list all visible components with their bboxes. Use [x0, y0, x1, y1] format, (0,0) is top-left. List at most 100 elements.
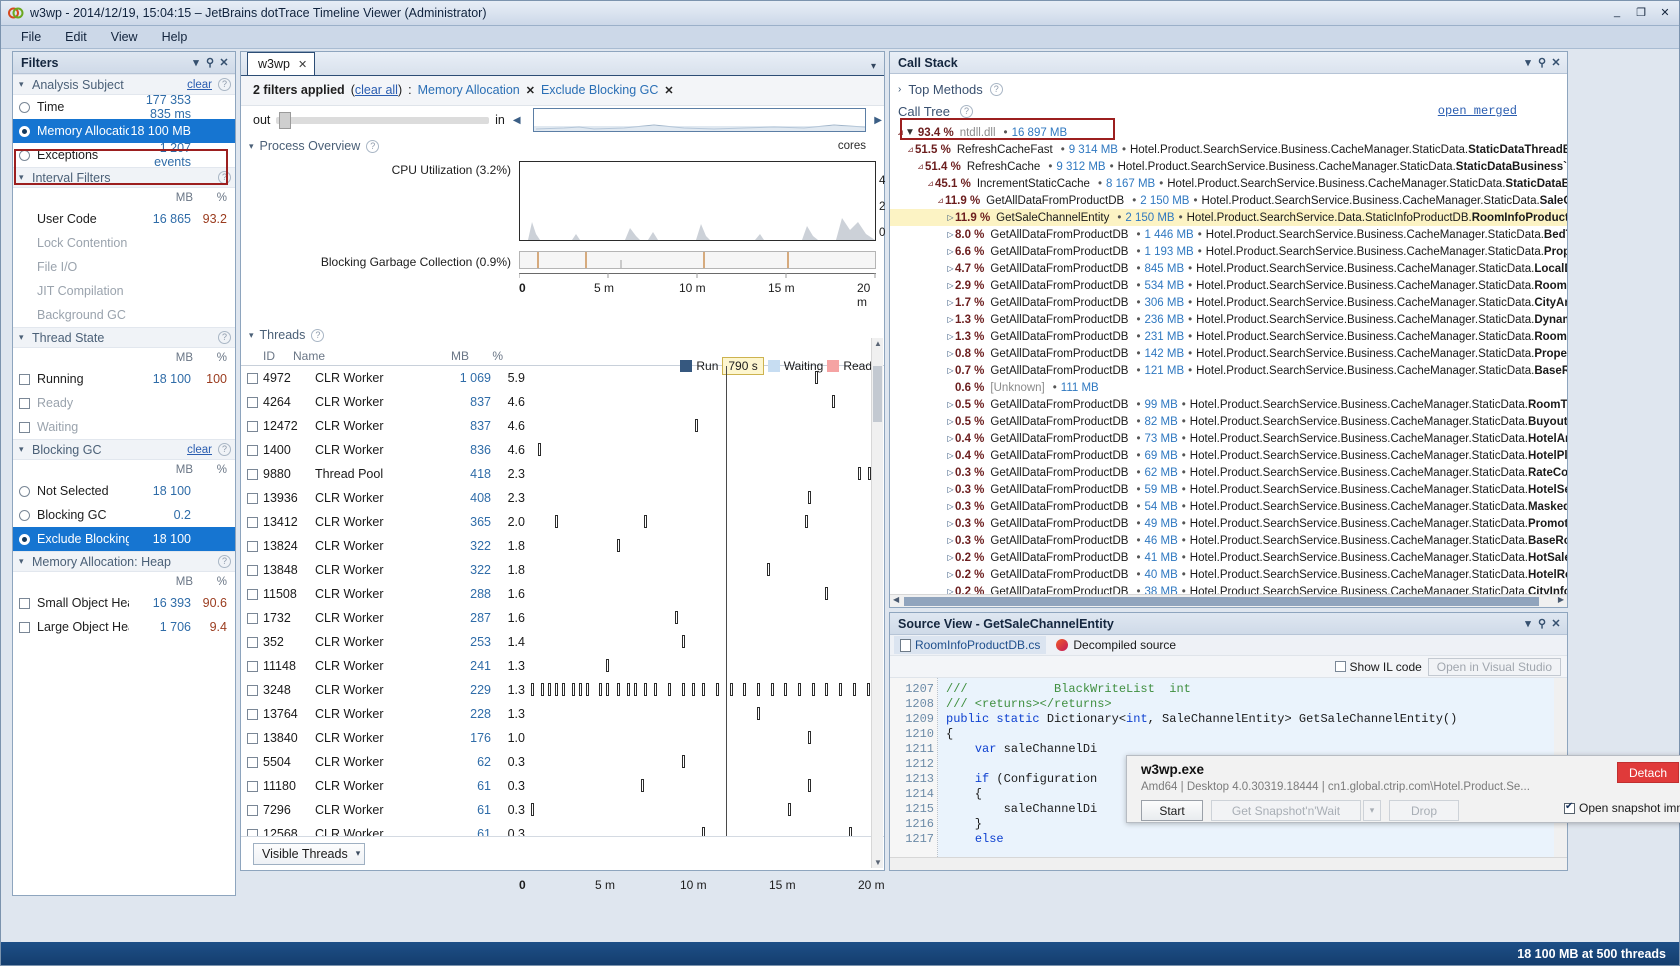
blocking-gc-chart[interactable] — [519, 250, 876, 269]
thread-row[interactable]: 9880 Thread Pool 418 2.3 — [241, 462, 884, 486]
expand-triangle-icon[interactable]: ▷ — [946, 451, 955, 460]
call-tree-row[interactable]: ⊿ 45.1 % IncrementStaticCache • 8 167 MB • Hot… — [890, 175, 1567, 192]
call-tree-row[interactable]: ▷ 0.5 % GetAllDataFromProductDB • 82 MB • Hote… — [890, 413, 1567, 430]
radio-icon[interactable] — [19, 485, 30, 497]
thread-checkbox[interactable] — [247, 636, 258, 648]
detach-button[interactable]: Detach — [1616, 762, 1679, 783]
cpu-utilization-chart[interactable] — [519, 160, 876, 241]
top-methods-help-icon[interactable]: ? — [989, 82, 1003, 96]
start-button[interactable]: Start — [1141, 800, 1203, 821]
expand-triangle-icon[interactable]: ▷ — [946, 536, 955, 545]
thread-checkbox[interactable] — [247, 420, 258, 432]
thread-timeline-lane[interactable] — [531, 438, 884, 462]
thread-timeline-lane[interactable] — [531, 702, 884, 726]
threads-scroll-thumb[interactable] — [873, 366, 882, 422]
thread-timeline-lane[interactable] — [531, 414, 884, 438]
thread-row[interactable]: 5504 CLR Worker 62 0.3 — [241, 750, 884, 774]
minimap-left-arrow-icon[interactable]: ◀ — [511, 115, 523, 126]
call-tree-row[interactable]: ⊿ ▼ 93.4 % ntdll.dll • 16 897 MB — [890, 124, 1567, 141]
thread-checkbox[interactable] — [247, 540, 258, 552]
filter-row-jit-compilation[interactable]: JIT Compilation — [13, 279, 235, 303]
radio-icon[interactable] — [19, 509, 30, 521]
process-overview-section-header[interactable]: ▾ Process Overview ? cores — [241, 135, 884, 157]
thread-timeline-lane[interactable] — [531, 678, 884, 702]
thread-row[interactable]: 352 CLR Worker 253 1.4 — [241, 630, 884, 654]
thread-row[interactable]: 13764 CLR Worker 228 1.3 — [241, 702, 884, 726]
filter-row-running[interactable]: Running 18 100 100 — [13, 367, 235, 391]
open-in-visual-studio-button[interactable]: Open in Visual Studio — [1427, 657, 1561, 676]
menu-file[interactable]: File — [10, 28, 52, 46]
filter-chip-exclude-blocking-gc-remove-icon[interactable]: ✕ — [664, 84, 673, 97]
section-help-icon[interactable]: ? — [218, 555, 231, 568]
expand-triangle-icon[interactable]: ▷ — [946, 485, 955, 494]
thread-checkbox[interactable] — [247, 588, 258, 600]
expand-triangle-icon[interactable]: ▷ — [946, 213, 955, 222]
thread-timeline-lane[interactable] — [531, 798, 884, 822]
maximize-button[interactable]: ❐ — [1630, 3, 1652, 21]
expand-triangle-icon[interactable]: ▷ — [946, 519, 955, 528]
thread-timeline-lane[interactable] — [531, 558, 884, 582]
cs-scroll-left-arrow-icon[interactable]: ◀ — [893, 595, 899, 604]
filter-section-blocking-gc[interactable]: ▾ Blocking GC clear? — [13, 439, 235, 460]
thread-row[interactable]: 4972 CLR Worker 1 069 5.9 — [241, 366, 884, 390]
thread-timeline-lane[interactable] — [531, 750, 884, 774]
thread-row[interactable]: 13936 CLR Worker 408 2.3 — [241, 486, 884, 510]
threads-help-icon[interactable]: ? — [311, 328, 325, 342]
call-tree-row[interactable]: ▷ 8.0 % GetAllDataFromProductDB • 1 446 MB • H… — [890, 226, 1567, 243]
section-help-icon[interactable]: ? — [218, 443, 231, 456]
thread-row[interactable]: 7296 CLR Worker 61 0.3 — [241, 798, 884, 822]
call-tree-row[interactable]: ▷ 0.8 % GetAllDataFromProductDB • 142 MB • Hot… — [890, 345, 1567, 362]
expand-triangle-icon[interactable]: ▷ — [946, 349, 955, 358]
process-overview-help-icon[interactable]: ? — [366, 139, 380, 153]
thread-row[interactable]: 11148 CLR Worker 241 1.3 — [241, 654, 884, 678]
thread-row[interactable]: 1400 CLR Worker 836 4.6 — [241, 438, 884, 462]
thread-row[interactable]: 13824 CLR Worker 322 1.8 — [241, 534, 884, 558]
close-button[interactable]: ✕ — [1654, 3, 1676, 21]
expand-triangle-icon[interactable]: ▷ — [946, 417, 955, 426]
filter-section-thread-state[interactable]: ▾ Thread State? — [13, 327, 235, 348]
source-horizontal-scrollbar[interactable] — [890, 857, 1567, 870]
thread-checkbox[interactable] — [247, 468, 258, 480]
call-tree-row[interactable]: ▷ 0.2 % GetAllDataFromProductDB • 38 MB • Hote… — [890, 583, 1567, 595]
filter-section-analysis-subject[interactable]: ▾ Analysis Subject clear? — [13, 74, 235, 95]
thread-timeline-lane[interactable] — [531, 534, 884, 558]
pin-icon[interactable]: ⚲ — [203, 56, 217, 69]
call-tree-row[interactable]: ▷ 0.3 % GetAllDataFromProductDB • 62 MB • Hote… — [890, 464, 1567, 481]
section-clear-link[interactable]: clear — [187, 79, 212, 91]
thread-checkbox[interactable] — [247, 396, 258, 408]
expand-triangle-icon[interactable]: ▷ — [946, 502, 955, 511]
filter-section-memory-allocation-heap[interactable]: ▾ Memory Allocation: Heap? — [13, 551, 235, 572]
call-tree-row[interactable]: ▷ 2.9 % GetAllDataFromProductDB • 534 MB • Hot… — [890, 277, 1567, 294]
radio-icon[interactable] — [19, 101, 30, 113]
checkbox-icon[interactable] — [19, 421, 30, 433]
cs-scroll-right-arrow-icon[interactable]: ▶ — [1558, 595, 1564, 604]
zoom-slider-thumb[interactable] — [279, 111, 292, 129]
call-tree-row[interactable]: ▷ 0.3 % GetAllDataFromProductDB • 49 MB • Hote… — [890, 515, 1567, 532]
call-tree-row[interactable]: 0.6 % [Unknown] • 111 MB — [890, 379, 1567, 396]
section-help-icon[interactable]: ? — [218, 331, 231, 344]
thread-timeline-lane[interactable] — [531, 582, 884, 606]
visible-threads-dropdown[interactable]: Visible Threads ▾ — [253, 842, 366, 865]
expand-triangle-icon[interactable]: ▷ — [946, 587, 955, 594]
filter-row-blocking-gc[interactable]: Blocking GC 0.2 — [13, 503, 235, 527]
scroll-down-arrow-icon[interactable]: ▼ — [874, 858, 882, 867]
filter-row-ready[interactable]: Ready — [13, 391, 235, 415]
filter-row-waiting[interactable]: Waiting — [13, 415, 235, 439]
call-tree-row[interactable]: ▷ 0.3 % GetAllDataFromProductDB • 59 MB • Hote… — [890, 481, 1567, 498]
thread-row[interactable]: 4264 CLR Worker 837 4.6 — [241, 390, 884, 414]
expand-triangle-icon[interactable]: ▷ — [946, 247, 955, 256]
top-methods-row[interactable]: › Top Methods ? — [898, 78, 1567, 100]
menu-edit[interactable]: Edit — [54, 28, 98, 46]
call-tree-row[interactable]: ▷ 0.7 % GetAllDataFromProductDB • 121 MB • Hot… — [890, 362, 1567, 379]
thread-checkbox[interactable] — [247, 492, 258, 504]
thread-checkbox[interactable] — [247, 732, 258, 744]
filter-chip-exclude-blocking-gc[interactable]: Exclude Blocking GC — [541, 83, 658, 97]
menu-view[interactable]: View — [100, 28, 149, 46]
thread-checkbox[interactable] — [247, 372, 258, 384]
section-clear-link[interactable]: clear — [187, 444, 212, 456]
get-snapshot-and-wait-button[interactable]: Get Snapshot'n'Wait — [1211, 800, 1361, 821]
filter-row-exceptions[interactable]: Exceptions 1 207 events — [13, 141, 235, 169]
thread-row[interactable]: 13840 CLR Worker 176 1.0 — [241, 726, 884, 750]
expand-triangle-icon[interactable]: ▷ — [946, 315, 955, 324]
expand-triangle-icon[interactable]: ⊿ — [926, 179, 935, 188]
